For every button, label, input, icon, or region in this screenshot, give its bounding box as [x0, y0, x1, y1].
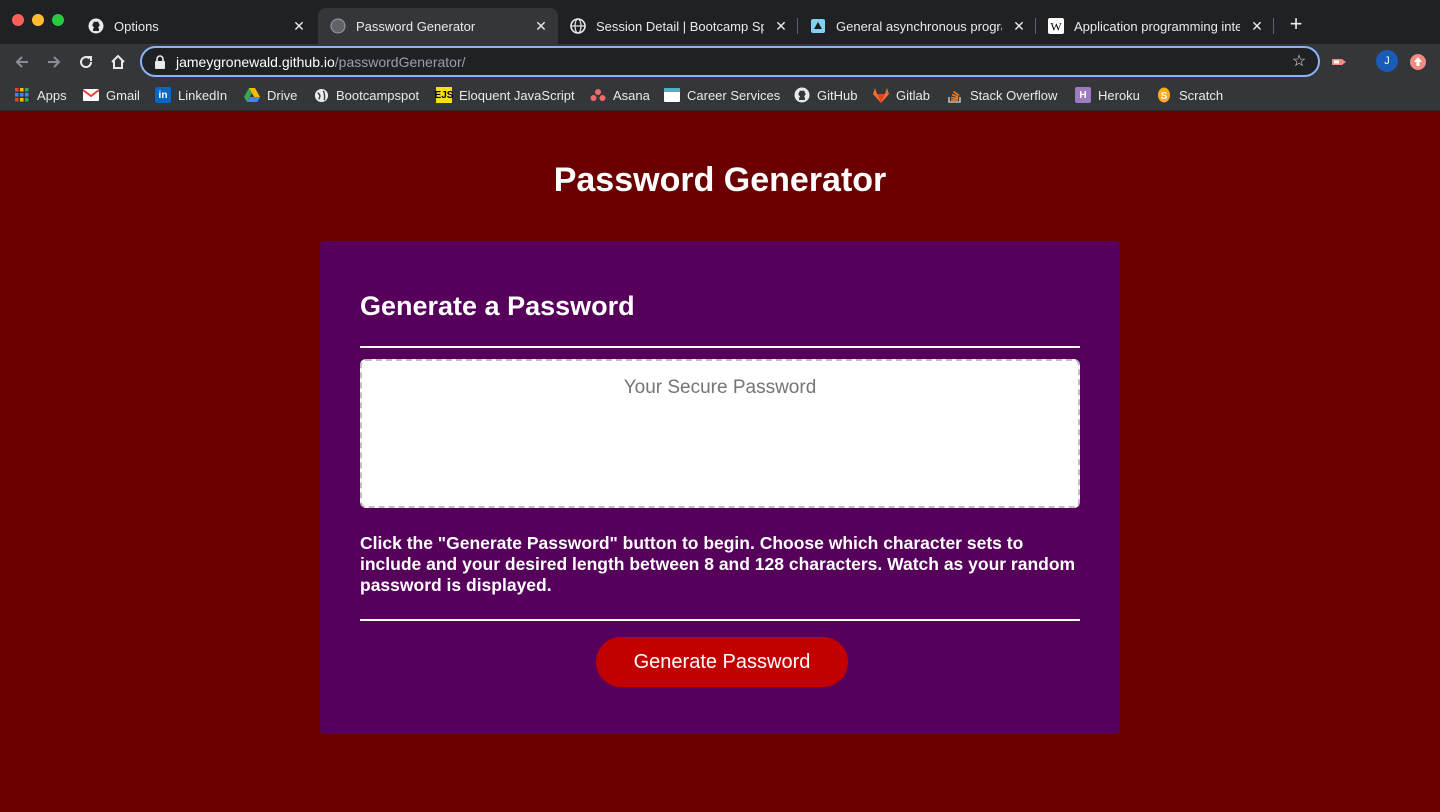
bookmark-label: Gitlab — [896, 87, 930, 103]
asana-icon — [590, 87, 606, 103]
ejs-icon: EJS — [435, 87, 453, 103]
bookmark-label: GitHub — [817, 87, 858, 103]
generate-password-button[interactable]: Generate Password — [596, 637, 848, 687]
close-icon[interactable]: ✕ — [290, 17, 308, 35]
bookmark-asana[interactable]: Asana — [590, 84, 650, 106]
bookmark-star-icon[interactable]: ☆ — [1290, 53, 1308, 71]
arrow-right-icon — [48, 56, 61, 68]
wikipedia-icon: W — [1048, 18, 1064, 34]
home-button[interactable] — [106, 50, 130, 74]
bookmark-label: Bootcampspot — [336, 87, 420, 103]
gmail-icon — [83, 87, 99, 103]
reload-icon — [80, 56, 93, 69]
tab-title: General asynchronous program — [836, 18, 1002, 34]
heroku-icon: H — [1075, 87, 1091, 103]
password-output[interactable] — [362, 361, 1078, 506]
bookmark-label: Stack Overflow — [970, 87, 1058, 103]
address-bar[interactable]: jameygronewald.github.io/passwordGenerat… — [140, 46, 1320, 77]
bookmark-gmail[interactable]: Gmail — [83, 84, 140, 106]
tab-title: Session Detail | Bootcamp Spo — [596, 18, 764, 34]
bookmark-career-services[interactable]: Career Services — [664, 84, 780, 106]
page-content: Password Generator Generate a Password C… — [0, 111, 1440, 812]
password-output-box — [360, 359, 1080, 508]
gitlab-icon — [873, 87, 889, 103]
bookmark-stack-overflow[interactable]: Stack Overflow — [947, 84, 1057, 106]
github-icon — [88, 18, 104, 34]
tab-application-programming[interactable]: W Application programming interf ✕ — [1036, 8, 1274, 44]
forward-button[interactable] — [42, 50, 66, 74]
tab-password-generator[interactable]: Password Generator ✕ — [318, 8, 558, 44]
card-header: Generate a Password — [360, 291, 635, 321]
update-button[interactable] — [1406, 50, 1430, 74]
instructions-text: Click the "Generate Password" button to … — [360, 533, 1076, 595]
card-footer-divider — [360, 619, 1080, 621]
tab-title: Application programming interf — [1074, 18, 1240, 34]
arrow-left-icon — [15, 56, 28, 68]
scratch-icon: S — [1156, 87, 1172, 103]
tab-options[interactable]: Options ✕ — [76, 8, 316, 44]
bookmark-bootcampspot[interactable]: Bootcampspot — [313, 84, 419, 106]
site-icon — [810, 18, 826, 34]
window-minimize-button[interactable] — [32, 14, 44, 26]
drive-icon — [244, 87, 260, 103]
career-icon — [664, 87, 680, 103]
apps-grid-icon — [14, 87, 30, 103]
stackoverflow-icon — [947, 87, 963, 103]
bookmark-label: Career Services — [687, 87, 781, 103]
tab-general-asynchronous[interactable]: General asynchronous program ✕ — [798, 8, 1036, 44]
window-maximize-button[interactable] — [52, 14, 64, 26]
svg-text:W: W — [1050, 20, 1062, 34]
linkedin-icon: in — [155, 87, 171, 103]
bookmark-label: LinkedIn — [178, 87, 228, 103]
bookmark-label: Drive — [267, 87, 298, 103]
bookmark-apps[interactable]: Apps — [14, 84, 67, 106]
bookmark-label: Eloquent JavaScript — [459, 87, 575, 103]
globe-icon — [313, 87, 329, 103]
svg-text:S: S — [1161, 91, 1168, 102]
close-icon[interactable]: ✕ — [1010, 17, 1028, 35]
bookmark-github[interactable]: GitHub — [794, 84, 857, 106]
globe-icon — [330, 18, 346, 34]
reload-button[interactable] — [74, 50, 98, 74]
home-icon — [111, 54, 125, 69]
card-header-divider — [360, 346, 1080, 348]
bookmark-label: Scratch — [1179, 87, 1224, 103]
tab-separator — [1273, 18, 1274, 34]
tab-title: Password Generator — [356, 18, 476, 34]
bookmarks-bar: Apps Gmail in LinkedIn Drive Bootcampspo… — [0, 80, 1440, 111]
back-button[interactable] — [10, 50, 34, 74]
tab-title: Options — [114, 18, 159, 34]
page-title: Password Generator — [553, 161, 887, 199]
url-host: jameygronewald.github.io — [176, 53, 335, 70]
bookmark-label: Heroku — [1098, 87, 1140, 103]
close-icon[interactable]: ✕ — [532, 17, 550, 35]
profile-avatar[interactable]: J — [1376, 50, 1398, 72]
lock-icon[interactable] — [154, 54, 168, 69]
new-tab-button[interactable]: + — [1284, 13, 1308, 37]
globe-icon — [570, 18, 586, 34]
generator-card: Generate a Password Click the "Generate … — [320, 241, 1120, 734]
tab-strip: Options ✕ Password Generator ✕ Session D… — [0, 0, 1440, 44]
url-path: /passwordGenerator/ — [334, 53, 466, 70]
bookmark-linkedin[interactable]: in LinkedIn — [155, 84, 227, 106]
bookmark-scratch[interactable]: S Scratch — [1156, 84, 1223, 106]
bookmark-label: Apps — [37, 87, 67, 103]
close-icon[interactable]: ✕ — [1248, 17, 1266, 35]
github-icon — [794, 87, 810, 103]
tab-session-detail[interactable]: Session Detail | Bootcamp Spo ✕ — [558, 8, 798, 44]
bookmark-label: Gmail — [106, 87, 140, 103]
bookmark-heroku[interactable]: H Heroku — [1075, 84, 1140, 106]
bookmark-gitlab[interactable]: Gitlab — [873, 84, 930, 106]
bookmark-label: Asana — [613, 87, 650, 103]
bookmark-drive[interactable]: Drive — [244, 84, 297, 106]
url-text: jameygronewald.github.io/passwordGenerat… — [176, 54, 466, 70]
close-icon[interactable]: ✕ — [772, 17, 790, 35]
browser-toolbar: jameygronewald.github.io/passwordGenerat… — [0, 44, 1440, 80]
extension-button[interactable] — [1328, 50, 1352, 74]
extension-icon — [1332, 59, 1346, 65]
window-close-button[interactable] — [12, 14, 24, 26]
update-arrow-icon — [1410, 54, 1426, 70]
bookmark-eloquent-javascript[interactable]: EJS Eloquent JavaScript — [435, 84, 575, 106]
